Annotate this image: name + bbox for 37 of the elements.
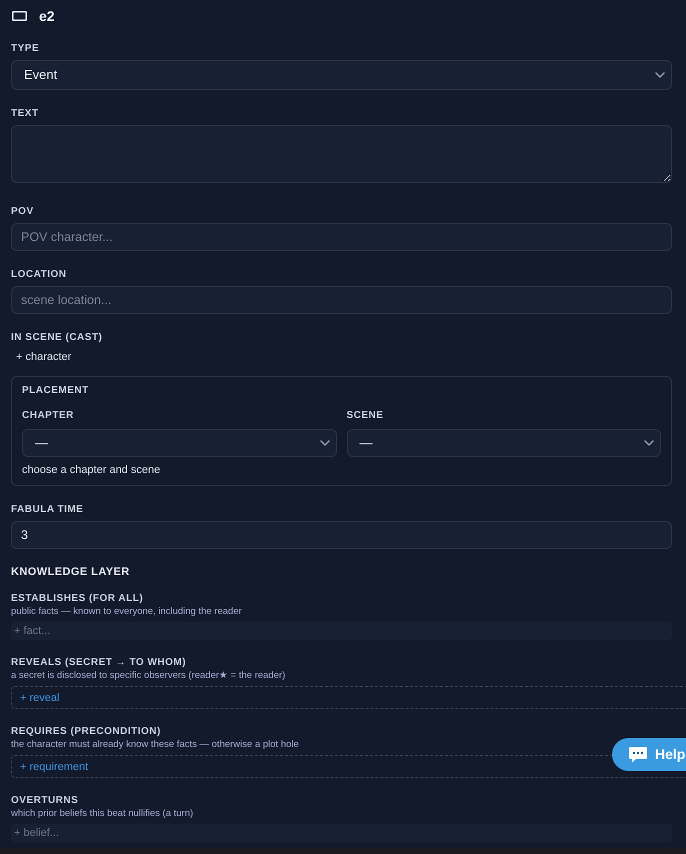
dropdown-select[interactable]: Event <box>11 60 672 90</box>
field-label: OVERTURNS <box>11 795 80 807</box>
dropdown-select[interactable]: — <box>22 429 336 457</box>
field-description: a secret is disclosed to specific observers (reader★ = the reader) <box>11 670 286 682</box>
placement-hint: choose a chapter and scene <box>22 463 162 477</box>
text-area[interactable] <box>11 125 672 183</box>
input-field[interactable]: scene location... <box>11 286 672 314</box>
input-field[interactable]: POV character... <box>11 223 672 251</box>
field-label: REVEALS (SECRET → TO WHOM) <box>11 657 188 669</box>
field-label: IN SCENE (CAST) <box>11 332 104 344</box>
field-label: TYPE <box>11 43 40 55</box>
field-label: LOCATION <box>11 269 68 281</box>
field-description: the character must already know these facts — otherwise a plot hole <box>11 739 300 751</box>
add-link[interactable]: + reveal <box>20 690 60 704</box>
field-label: CHAPTER <box>22 410 75 422</box>
field-label: PLACEMENT <box>22 385 90 397</box>
chevron-down-icon <box>320 440 330 446</box>
rectangle-icon <box>12 11 27 21</box>
chat-bubble-icon <box>628 746 648 763</box>
section-heading: KNOWLEDGE LAYER <box>11 566 131 579</box>
chevron-down-icon <box>644 440 654 446</box>
add-link[interactable]: + requirement <box>20 760 88 774</box>
dropdown-select[interactable]: — <box>346 429 661 457</box>
field-label: ESTABLISHES (FOR ALL) <box>11 593 144 605</box>
field-description: which prior beliefs this beat nullifies (a turn) <box>11 808 194 820</box>
field-label: REQUIRES (PRECONDITION) <box>11 726 162 738</box>
field-label: FABULA TIME <box>11 504 84 516</box>
add-character-link[interactable]: + character <box>16 349 72 365</box>
field-label: SCENE <box>346 410 384 422</box>
item-title: e2 <box>39 7 55 25</box>
field-label: POV <box>11 206 35 218</box>
input-field[interactable]: + fact... <box>11 622 672 640</box>
field-description: public facts — known to everyone, including the reader <box>11 606 243 618</box>
field-label: TEXT <box>11 108 40 120</box>
input-field[interactable]: + belief... <box>11 824 672 842</box>
input-field[interactable]: 3 <box>11 521 672 549</box>
chevron-down-icon <box>655 72 665 78</box>
